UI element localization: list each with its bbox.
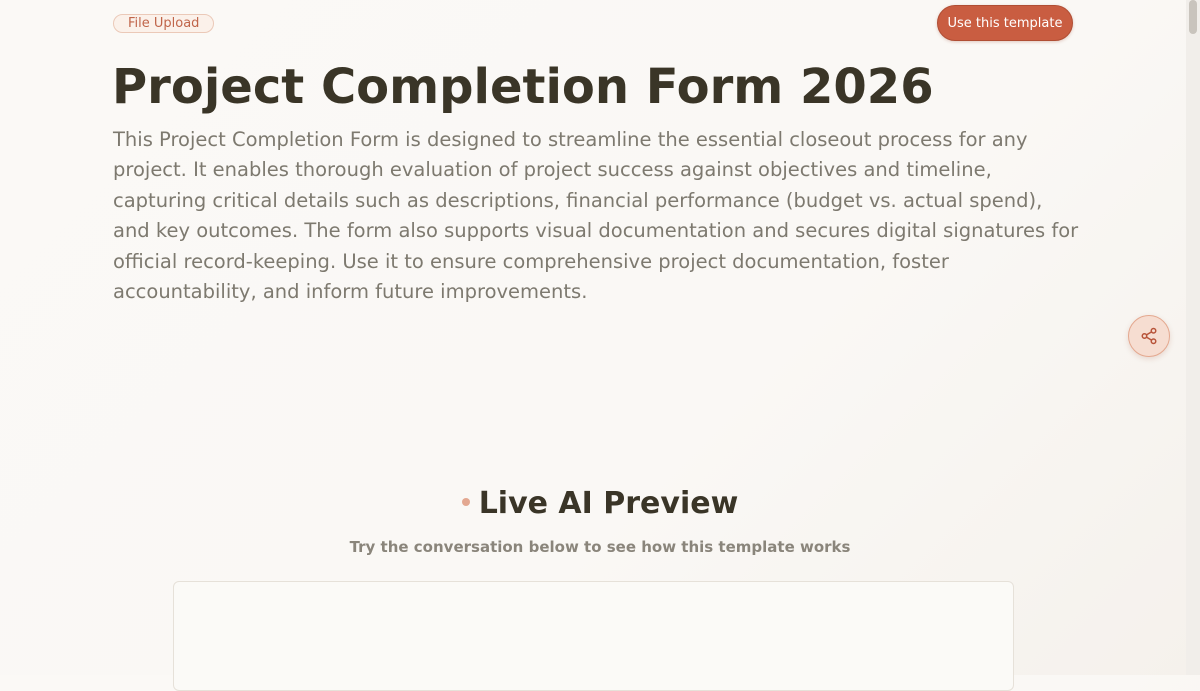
share-button[interactable] <box>1128 315 1170 357</box>
page-scrollbar[interactable] <box>1186 0 1200 675</box>
status-dot <box>461 498 470 506</box>
share-icon <box>1141 327 1157 345</box>
preview-heading: Live AI Preview <box>0 484 1200 524</box>
scrollbar-thumb[interactable] <box>1189 0 1197 34</box>
page-title: Project Completion Form 2026 <box>112 59 934 115</box>
template-description: This Project Completion Form is designed… <box>113 128 1079 304</box>
use-template-button[interactable]: Use this template <box>937 5 1073 41</box>
category-tag[interactable]: File Upload <box>113 14 215 33</box>
preview-subtitle: Try the conversation below to see how th… <box>349 538 851 556</box>
preview-title: Live AI Preview <box>478 486 739 521</box>
